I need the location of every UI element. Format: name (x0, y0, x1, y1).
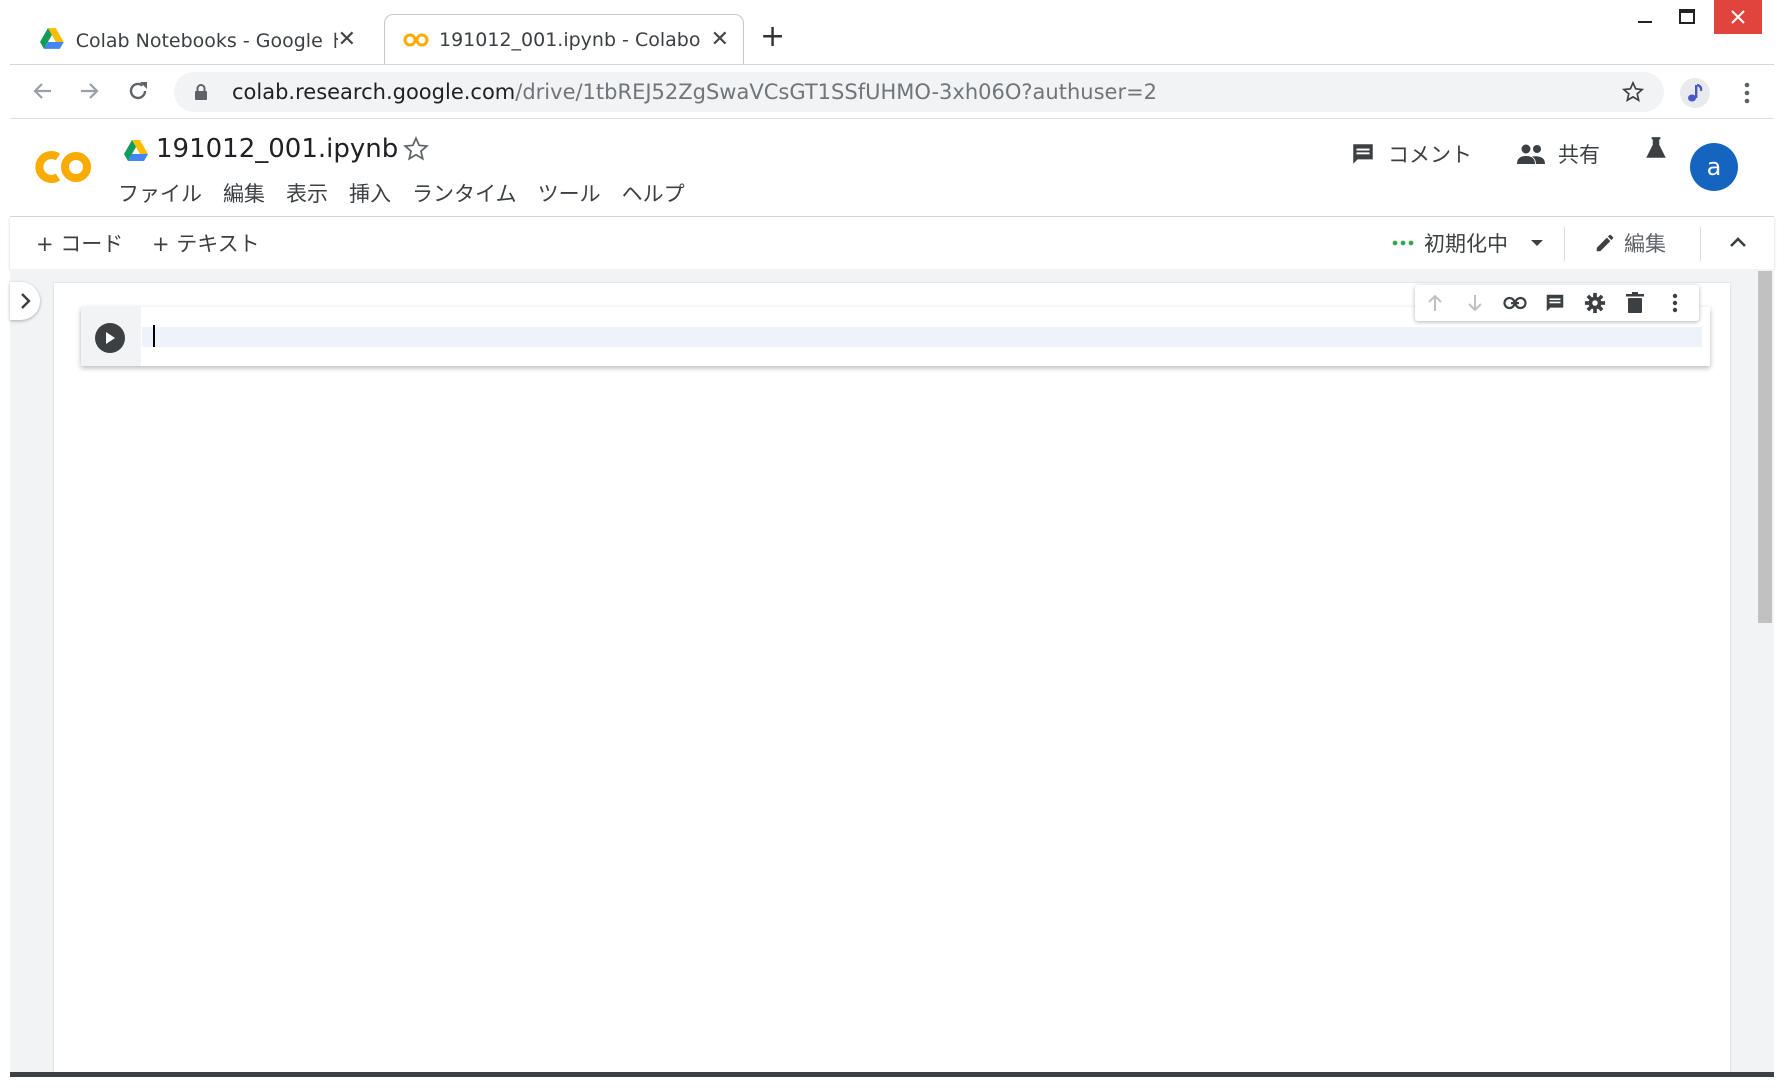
runtime-status: 初期化中 (1424, 232, 1508, 256)
bottom-border (10, 1072, 1774, 1077)
play-icon (106, 332, 115, 344)
run-cell-button[interactable] (95, 323, 125, 353)
colab-header: 191012_001.ipynb ファイル 編集 表示 挿入 ランタイム ツール… (10, 119, 1774, 217)
comment-label: コメント (1388, 143, 1472, 167)
caret-down-icon (1531, 240, 1543, 246)
add-text-button[interactable]: + テキスト (152, 228, 260, 258)
code-editor[interactable] (142, 327, 1702, 347)
link-icon (1503, 296, 1527, 310)
tab-title: 191012_001.ipynb - Colabora (439, 28, 701, 51)
edit-label: 編集 (1624, 232, 1666, 256)
menu-tools[interactable]: ツール (538, 178, 601, 208)
menu-file[interactable]: ファイル (118, 178, 202, 208)
comment-icon (1546, 294, 1564, 312)
pencil-icon (1596, 234, 1614, 252)
maximize-button[interactable] (1670, 0, 1704, 34)
minimize-icon (1638, 21, 1652, 23)
close-tab-icon[interactable]: ✕ (711, 27, 729, 52)
arrow-up-icon (1428, 294, 1442, 311)
minimize-button[interactable] (1630, 0, 1660, 34)
menu-insert[interactable]: 挿入 (349, 178, 391, 208)
cell-settings-button[interactable] (1581, 289, 1609, 317)
more-vert-icon (1744, 82, 1750, 104)
menu-bar: ファイル 編集 表示 挿入 ランタイム ツール ヘルプ (118, 178, 706, 208)
move-cell-up-button[interactable] (1421, 289, 1449, 317)
browser-toolbar: colab.research.google.com/drive/1tbREJ52… (10, 64, 1774, 119)
notebook-title[interactable]: 191012_001.ipynb (156, 134, 398, 164)
url-path: /drive/1tbREJ52ZgSwaVCsGT1SSfUHMO-3xh06O… (515, 80, 1158, 104)
colab-icon (403, 33, 429, 46)
star-icon[interactable] (403, 136, 429, 162)
reload-icon (129, 82, 147, 100)
chevron-up-icon[interactable] (1728, 235, 1748, 249)
music-note-icon (1688, 83, 1703, 102)
arrow-right-icon (81, 83, 99, 99)
colab-logo[interactable] (32, 147, 94, 187)
extension-button[interactable] (1680, 78, 1710, 108)
comment-button[interactable]: コメント (1350, 139, 1472, 169)
url-host: colab.research.google.com (232, 80, 516, 104)
delete-cell-button[interactable] (1621, 289, 1649, 317)
people-icon (1517, 144, 1545, 164)
text-cursor (153, 325, 155, 347)
chevron-right-icon (21, 293, 31, 309)
lock-icon (195, 84, 207, 100)
avatar[interactable]: a (1690, 143, 1738, 191)
link-cell-button[interactable] (1501, 289, 1529, 317)
tab-notebook[interactable]: 191012_001.ipynb - Colabora ✕ (384, 14, 744, 64)
omnibox[interactable]: colab.research.google.com/drive/1tbREJ52… (174, 72, 1664, 112)
browser-menu-button[interactable] (1737, 78, 1757, 108)
menu-view[interactable]: 表示 (286, 178, 328, 208)
cell-toolbar (1415, 285, 1699, 321)
gear-icon (1584, 292, 1606, 314)
reload-button[interactable] (123, 76, 153, 106)
google-drive-icon (124, 140, 148, 161)
tab-colab-notebooks[interactable]: Colab Notebooks - Google ドラ ✕ (40, 14, 370, 64)
google-drive-icon (40, 28, 64, 49)
toolbar-divider (1700, 227, 1701, 261)
maximize-icon (1679, 9, 1695, 24)
menu-edit[interactable]: 編集 (223, 178, 265, 208)
close-window-button[interactable] (1714, 0, 1762, 34)
comment-cell-button[interactable] (1541, 289, 1569, 317)
comment-icon (1353, 144, 1373, 164)
menu-runtime[interactable]: ランタイム (412, 178, 517, 208)
back-button[interactable] (27, 76, 57, 106)
tab-title: Colab Notebooks - Google ドラ (75, 29, 338, 52)
forward-button[interactable] (75, 76, 105, 106)
notebook-toolbar: + コード + テキスト 初期化中 編集 (10, 217, 1774, 269)
share-label: 共有 (1558, 143, 1600, 167)
notebook-page (54, 283, 1730, 1074)
arrow-down-icon (1468, 295, 1482, 312)
add-code-button[interactable]: + コード (36, 228, 123, 258)
new-tab-button[interactable]: + (760, 22, 785, 52)
more-vert-icon (1672, 293, 1678, 313)
more-cell-actions-button[interactable] (1661, 289, 1689, 317)
toolbar-divider (1564, 227, 1565, 261)
close-tab-icon[interactable]: ✕ (338, 27, 356, 52)
close-icon (1731, 10, 1745, 24)
arrow-left-icon (33, 83, 51, 99)
trash-icon (1626, 292, 1644, 313)
url-text: colab.research.google.com/drive/1tbREJ52… (232, 72, 1157, 112)
status-dots-icon (1392, 240, 1414, 246)
flask-icon[interactable] (1643, 135, 1669, 161)
star-icon[interactable] (1622, 81, 1644, 103)
share-button[interactable]: 共有 (1516, 139, 1600, 169)
menu-help[interactable]: ヘルプ (622, 178, 685, 208)
tab-strip: Colab Notebooks - Google ドラ ✕ 191012_001… (0, 0, 1785, 64)
edit-mode-button[interactable]: 編集 (1594, 228, 1666, 258)
move-cell-down-button[interactable] (1461, 289, 1489, 317)
runtime-status-button[interactable]: 初期化中 (1392, 228, 1544, 258)
scrollbar-thumb[interactable] (1758, 271, 1772, 623)
